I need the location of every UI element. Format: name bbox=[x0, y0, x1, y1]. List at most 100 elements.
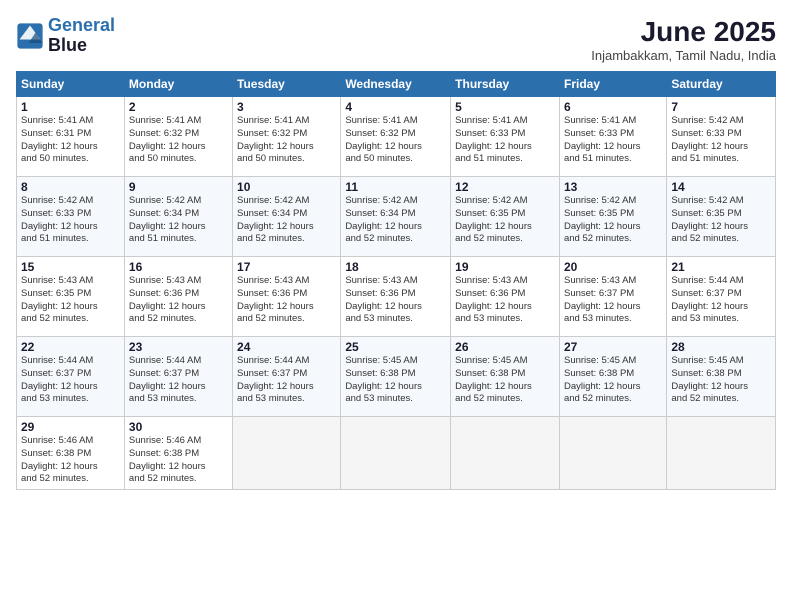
day-number: 11 bbox=[345, 180, 446, 194]
calendar-cell: 29 Sunrise: 5:46 AMSunset: 6:38 PMDaylig… bbox=[17, 417, 125, 490]
calendar-cell: 5 Sunrise: 5:41 AMSunset: 6:33 PMDayligh… bbox=[451, 97, 560, 177]
calendar-cell: 21 Sunrise: 5:44 AMSunset: 6:37 PMDaylig… bbox=[667, 257, 776, 337]
month-title: June 2025 bbox=[591, 16, 776, 48]
day-number: 13 bbox=[564, 180, 662, 194]
day-number: 12 bbox=[455, 180, 555, 194]
logo-line2: Blue bbox=[48, 36, 115, 56]
day-number: 20 bbox=[564, 260, 662, 274]
day-info: Sunrise: 5:46 AMSunset: 6:38 PMDaylight:… bbox=[129, 435, 228, 486]
calendar-cell: 27 Sunrise: 5:45 AMSunset: 6:38 PMDaylig… bbox=[559, 337, 666, 417]
day-number: 26 bbox=[455, 340, 555, 354]
day-number: 27 bbox=[564, 340, 662, 354]
day-info: Sunrise: 5:42 AMSunset: 6:33 PMDaylight:… bbox=[21, 195, 120, 246]
calendar-cell: 13 Sunrise: 5:42 AMSunset: 6:35 PMDaylig… bbox=[559, 177, 666, 257]
logo-icon bbox=[16, 22, 44, 50]
day-info: Sunrise: 5:44 AMSunset: 6:37 PMDaylight:… bbox=[129, 355, 228, 406]
day-info: Sunrise: 5:42 AMSunset: 6:35 PMDaylight:… bbox=[671, 195, 771, 246]
calendar-week-2: 15 Sunrise: 5:43 AMSunset: 6:35 PMDaylig… bbox=[17, 257, 776, 337]
day-header-tuesday: Tuesday bbox=[233, 72, 341, 97]
calendar-cell: 19 Sunrise: 5:43 AMSunset: 6:36 PMDaylig… bbox=[451, 257, 560, 337]
day-info: Sunrise: 5:42 AMSunset: 6:34 PMDaylight:… bbox=[129, 195, 228, 246]
calendar-table: SundayMondayTuesdayWednesdayThursdayFrid… bbox=[16, 71, 776, 490]
day-number: 23 bbox=[129, 340, 228, 354]
day-number: 16 bbox=[129, 260, 228, 274]
day-info: Sunrise: 5:43 AMSunset: 6:36 PMDaylight:… bbox=[455, 275, 555, 326]
day-info: Sunrise: 5:44 AMSunset: 6:37 PMDaylight:… bbox=[237, 355, 336, 406]
day-header-thursday: Thursday bbox=[451, 72, 560, 97]
title-block: June 2025 Injambakkam, Tamil Nadu, India bbox=[591, 16, 776, 63]
calendar-cell: 26 Sunrise: 5:45 AMSunset: 6:38 PMDaylig… bbox=[451, 337, 560, 417]
day-number: 2 bbox=[129, 100, 228, 114]
day-number: 4 bbox=[345, 100, 446, 114]
day-info: Sunrise: 5:42 AMSunset: 6:34 PMDaylight:… bbox=[345, 195, 446, 246]
calendar-cell: 22 Sunrise: 5:44 AMSunset: 6:37 PMDaylig… bbox=[17, 337, 125, 417]
day-number: 9 bbox=[129, 180, 228, 194]
day-number: 28 bbox=[671, 340, 771, 354]
day-info: Sunrise: 5:41 AMSunset: 6:33 PMDaylight:… bbox=[455, 115, 555, 166]
day-number: 19 bbox=[455, 260, 555, 274]
day-number: 5 bbox=[455, 100, 555, 114]
day-number: 25 bbox=[345, 340, 446, 354]
calendar-cell: 2 Sunrise: 5:41 AMSunset: 6:32 PMDayligh… bbox=[124, 97, 232, 177]
day-info: Sunrise: 5:43 AMSunset: 6:37 PMDaylight:… bbox=[564, 275, 662, 326]
day-info: Sunrise: 5:41 AMSunset: 6:33 PMDaylight:… bbox=[564, 115, 662, 166]
calendar-cell bbox=[233, 417, 341, 490]
calendar-cell: 28 Sunrise: 5:45 AMSunset: 6:38 PMDaylig… bbox=[667, 337, 776, 417]
calendar-cell bbox=[667, 417, 776, 490]
calendar-cell bbox=[341, 417, 451, 490]
calendar-cell: 14 Sunrise: 5:42 AMSunset: 6:35 PMDaylig… bbox=[667, 177, 776, 257]
calendar-cell: 7 Sunrise: 5:42 AMSunset: 6:33 PMDayligh… bbox=[667, 97, 776, 177]
day-info: Sunrise: 5:43 AMSunset: 6:36 PMDaylight:… bbox=[129, 275, 228, 326]
day-info: Sunrise: 5:41 AMSunset: 6:32 PMDaylight:… bbox=[237, 115, 336, 166]
calendar-cell: 24 Sunrise: 5:44 AMSunset: 6:37 PMDaylig… bbox=[233, 337, 341, 417]
day-info: Sunrise: 5:41 AMSunset: 6:31 PMDaylight:… bbox=[21, 115, 120, 166]
day-number: 6 bbox=[564, 100, 662, 114]
calendar-cell: 15 Sunrise: 5:43 AMSunset: 6:35 PMDaylig… bbox=[17, 257, 125, 337]
calendar-cell: 25 Sunrise: 5:45 AMSunset: 6:38 PMDaylig… bbox=[341, 337, 451, 417]
day-number: 10 bbox=[237, 180, 336, 194]
header: General Blue June 2025 Injambakkam, Tami… bbox=[16, 16, 776, 63]
calendar-cell: 23 Sunrise: 5:44 AMSunset: 6:37 PMDaylig… bbox=[124, 337, 232, 417]
location: Injambakkam, Tamil Nadu, India bbox=[591, 48, 776, 63]
day-info: Sunrise: 5:43 AMSunset: 6:36 PMDaylight:… bbox=[345, 275, 446, 326]
day-number: 24 bbox=[237, 340, 336, 354]
calendar-cell bbox=[559, 417, 666, 490]
logo: General Blue bbox=[16, 16, 115, 56]
day-number: 29 bbox=[21, 420, 120, 434]
day-info: Sunrise: 5:45 AMSunset: 6:38 PMDaylight:… bbox=[671, 355, 771, 406]
calendar-header-row: SundayMondayTuesdayWednesdayThursdayFrid… bbox=[17, 72, 776, 97]
day-info: Sunrise: 5:44 AMSunset: 6:37 PMDaylight:… bbox=[671, 275, 771, 326]
calendar-cell: 20 Sunrise: 5:43 AMSunset: 6:37 PMDaylig… bbox=[559, 257, 666, 337]
calendar-cell: 9 Sunrise: 5:42 AMSunset: 6:34 PMDayligh… bbox=[124, 177, 232, 257]
logo-line1: General bbox=[48, 15, 115, 35]
day-header-sunday: Sunday bbox=[17, 72, 125, 97]
day-info: Sunrise: 5:42 AMSunset: 6:33 PMDaylight:… bbox=[671, 115, 771, 166]
calendar-cell: 6 Sunrise: 5:41 AMSunset: 6:33 PMDayligh… bbox=[559, 97, 666, 177]
day-header-wednesday: Wednesday bbox=[341, 72, 451, 97]
day-header-friday: Friday bbox=[559, 72, 666, 97]
logo-text: General Blue bbox=[48, 16, 115, 56]
calendar-cell: 18 Sunrise: 5:43 AMSunset: 6:36 PMDaylig… bbox=[341, 257, 451, 337]
day-info: Sunrise: 5:41 AMSunset: 6:32 PMDaylight:… bbox=[129, 115, 228, 166]
day-number: 17 bbox=[237, 260, 336, 274]
day-number: 14 bbox=[671, 180, 771, 194]
day-info: Sunrise: 5:45 AMSunset: 6:38 PMDaylight:… bbox=[455, 355, 555, 406]
calendar-cell: 8 Sunrise: 5:42 AMSunset: 6:33 PMDayligh… bbox=[17, 177, 125, 257]
day-info: Sunrise: 5:45 AMSunset: 6:38 PMDaylight:… bbox=[564, 355, 662, 406]
calendar-week-0: 1 Sunrise: 5:41 AMSunset: 6:31 PMDayligh… bbox=[17, 97, 776, 177]
day-info: Sunrise: 5:43 AMSunset: 6:35 PMDaylight:… bbox=[21, 275, 120, 326]
calendar-cell: 1 Sunrise: 5:41 AMSunset: 6:31 PMDayligh… bbox=[17, 97, 125, 177]
calendar-cell: 16 Sunrise: 5:43 AMSunset: 6:36 PMDaylig… bbox=[124, 257, 232, 337]
calendar-cell: 17 Sunrise: 5:43 AMSunset: 6:36 PMDaylig… bbox=[233, 257, 341, 337]
day-number: 22 bbox=[21, 340, 120, 354]
day-number: 15 bbox=[21, 260, 120, 274]
day-number: 18 bbox=[345, 260, 446, 274]
calendar-cell: 4 Sunrise: 5:41 AMSunset: 6:32 PMDayligh… bbox=[341, 97, 451, 177]
calendar-cell: 11 Sunrise: 5:42 AMSunset: 6:34 PMDaylig… bbox=[341, 177, 451, 257]
calendar-week-4: 29 Sunrise: 5:46 AMSunset: 6:38 PMDaylig… bbox=[17, 417, 776, 490]
calendar-cell: 12 Sunrise: 5:42 AMSunset: 6:35 PMDaylig… bbox=[451, 177, 560, 257]
calendar-week-3: 22 Sunrise: 5:44 AMSunset: 6:37 PMDaylig… bbox=[17, 337, 776, 417]
calendar-cell: 30 Sunrise: 5:46 AMSunset: 6:38 PMDaylig… bbox=[124, 417, 232, 490]
day-info: Sunrise: 5:43 AMSunset: 6:36 PMDaylight:… bbox=[237, 275, 336, 326]
day-info: Sunrise: 5:45 AMSunset: 6:38 PMDaylight:… bbox=[345, 355, 446, 406]
